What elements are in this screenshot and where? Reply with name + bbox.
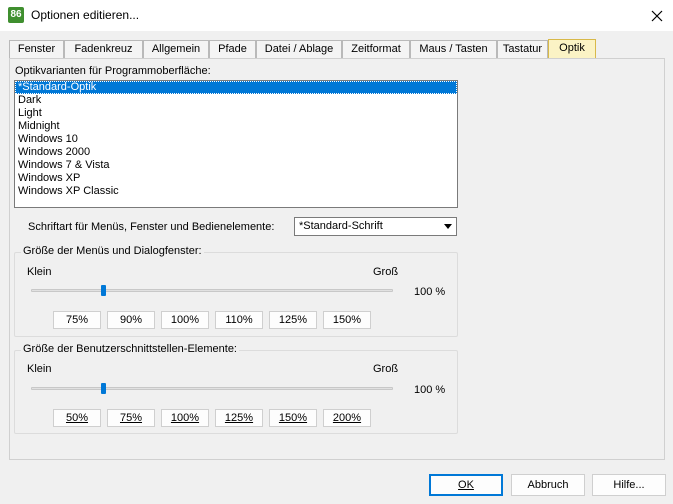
menus-min-label: Klein (27, 266, 52, 278)
title-bar: 86 Optionen editieren... (0, 0, 673, 31)
menus-size-button[interactable]: 100% (161, 311, 209, 329)
tab-zeitformat[interactable]: Zeitformat (342, 40, 410, 58)
tab-tastatur[interactable]: Tastatur (497, 40, 548, 58)
tab-maus-tasten[interactable]: Maus / Tasten (410, 40, 497, 58)
list-item[interactable]: Light (15, 107, 457, 120)
ui-size-button[interactable]: 100% (161, 409, 209, 427)
window-title: Optionen editieren... (31, 8, 140, 22)
menus-max-label: Groß (373, 266, 399, 278)
help-button[interactable]: Hilfe... (592, 474, 666, 496)
cancel-button[interactable]: Abbruch (511, 474, 585, 496)
menus-size-slider-thumb[interactable] (101, 285, 107, 296)
ui-size-button[interactable]: 150% (269, 409, 317, 427)
variants-listbox[interactable]: *Standard-Optik Dark Light Midnight Wind… (14, 80, 458, 208)
tab-fadenkreuz[interactable]: Fadenkreuz (64, 40, 143, 58)
ui-size-button[interactable]: 50% (53, 409, 101, 427)
list-item[interactable]: Midnight (15, 120, 457, 133)
variants-list-label: Optikvarianten für Programmoberfläche: (15, 65, 211, 77)
ui-size-button[interactable]: 75% (107, 409, 155, 427)
list-item[interactable]: Dark (15, 94, 457, 107)
tab-fenster[interactable]: Fenster (9, 40, 64, 58)
ui-max-label: Groß (373, 363, 399, 375)
close-icon (651, 10, 662, 21)
ui-size-slider-track[interactable] (31, 387, 393, 390)
close-button[interactable] (640, 0, 673, 31)
app-icon: 86 (8, 7, 24, 23)
ui-size-value: 100 % (414, 384, 446, 396)
tab-datei-ablage[interactable]: Datei / Ablage (256, 40, 342, 58)
list-item[interactable]: Windows 2000 (15, 146, 457, 159)
ui-size-slider-thumb[interactable] (101, 383, 107, 394)
menus-size-button[interactable]: 110% (215, 311, 263, 329)
ui-min-label: Klein (27, 363, 52, 375)
font-select[interactable]: *Standard-Schrift (294, 217, 457, 236)
menus-size-button[interactable]: 150% (323, 311, 371, 329)
list-item[interactable]: Windows 10 (15, 133, 457, 146)
menus-size-caption: Größe der Menüs und Dialogfenster: (21, 245, 204, 257)
menus-size-button[interactable]: 75% (53, 311, 101, 329)
menus-size-button[interactable]: 90% (107, 311, 155, 329)
list-item[interactable]: Windows XP (15, 172, 457, 185)
ui-size-caption: Größe der Benutzerschnittstellen-Element… (21, 343, 239, 355)
tab-pfade[interactable]: Pfade (209, 40, 256, 58)
menus-size-slider-track[interactable] (31, 289, 393, 292)
ui-size-button[interactable]: 200% (323, 409, 371, 427)
list-item[interactable]: Windows 7 & Vista (15, 159, 457, 172)
tab-optik[interactable]: Optik (548, 39, 596, 58)
font-select-value: *Standard-Schrift (299, 220, 383, 232)
tab-allgemein[interactable]: Allgemein (143, 40, 209, 58)
font-label: Schriftart für Menüs, Fenster und Bedien… (28, 221, 275, 233)
ok-button[interactable]: OK (429, 474, 503, 496)
ui-size-button[interactable]: 125% (215, 409, 263, 427)
list-item[interactable]: Windows XP Classic (15, 185, 457, 198)
list-item[interactable]: *Standard-Optik (15, 81, 457, 94)
menus-size-value: 100 % (414, 286, 446, 298)
chevron-down-icon (444, 224, 452, 229)
menus-size-button[interactable]: 125% (269, 311, 317, 329)
